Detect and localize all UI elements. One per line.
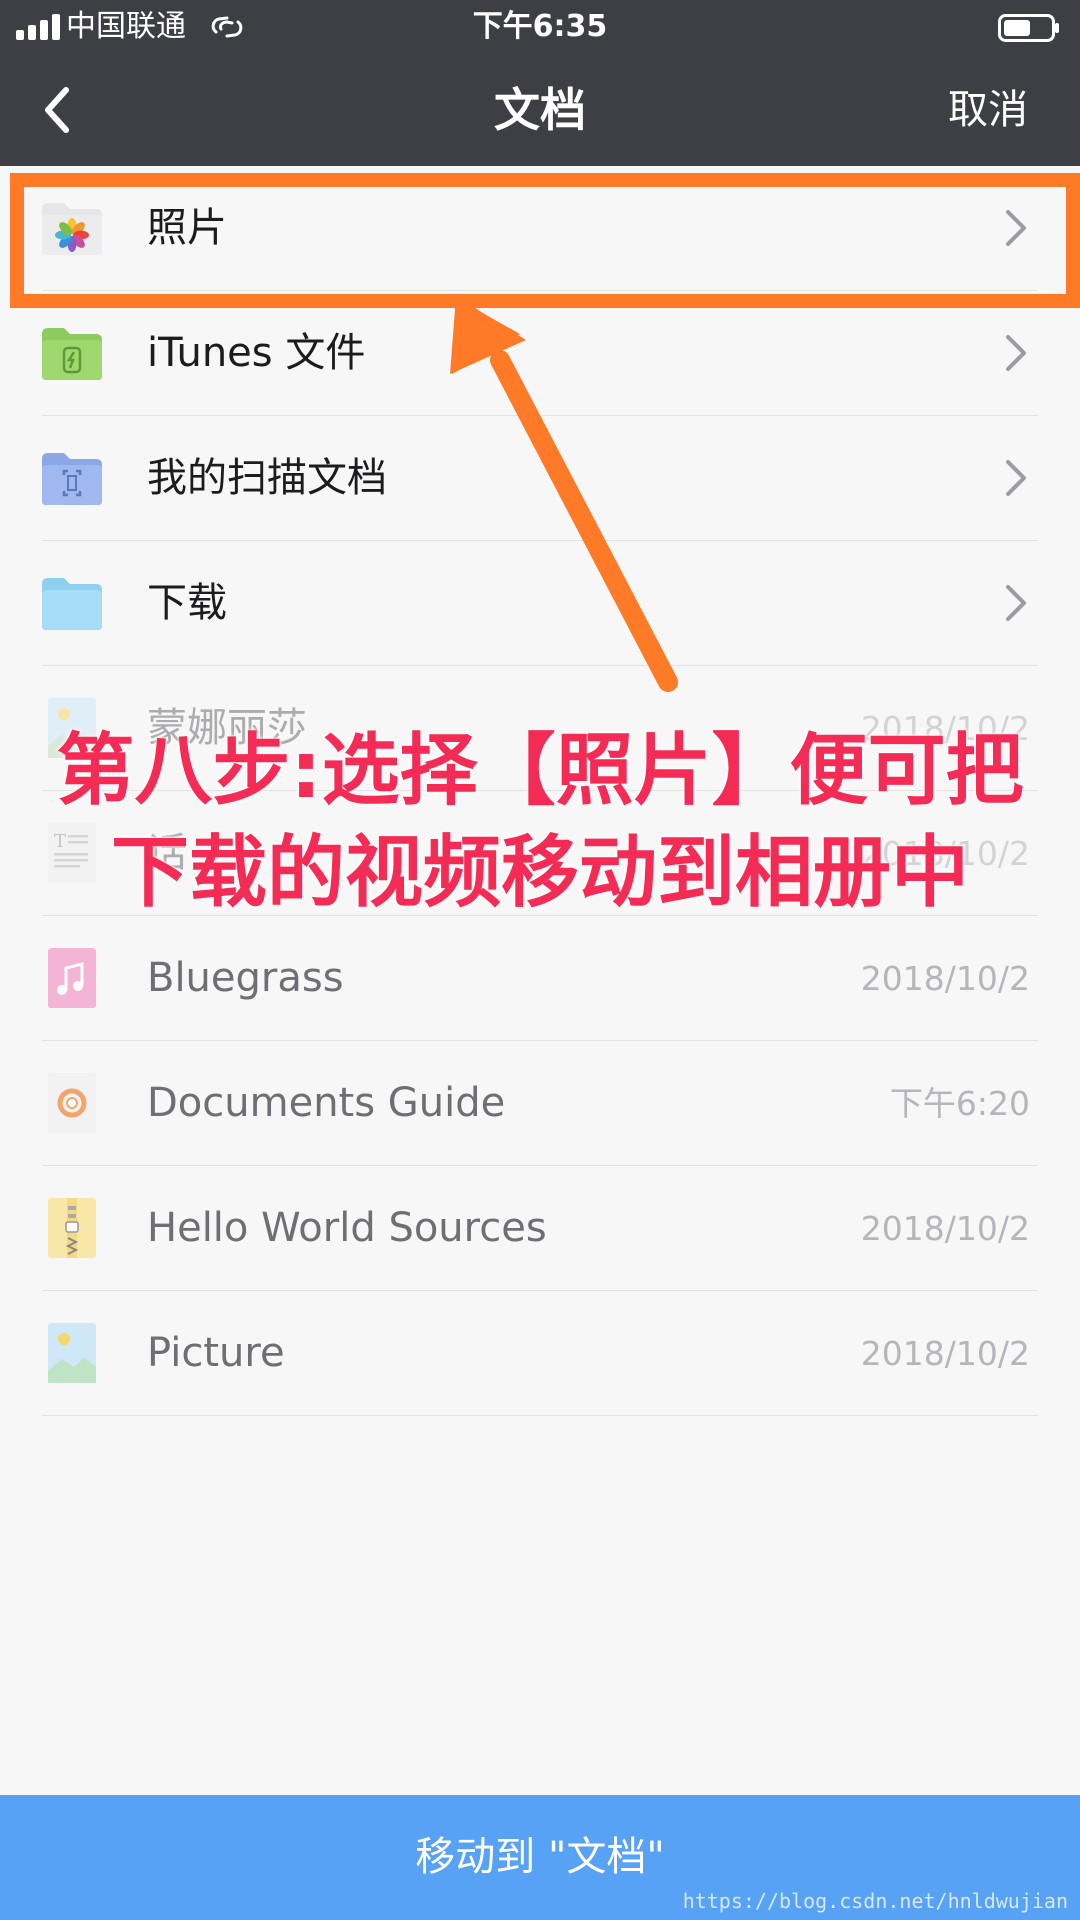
screen: 中国联通 下午6:35 文档 取消 照片 iTunes 文件 我的扫描文档 下载…: [0, 0, 1080, 1920]
file-row-bluegrass[interactable]: Bluegrass 2018/10/2: [0, 916, 1080, 1041]
battery-icon: [998, 14, 1059, 42]
file-date: 2018/10/2: [860, 959, 1030, 998]
watermark: https://blog.csdn.net/hnldwujian: [682, 1889, 1068, 1913]
move-to-button[interactable]: 移动到 "文档" https://blog.csdn.net/hnldwujia…: [0, 1795, 1080, 1920]
file-list: 照片 iTunes 文件 我的扫描文档 下载 蒙娜丽莎 2018/10/2 T …: [0, 166, 1080, 1416]
move-button-label: 移动到 "文档": [415, 1834, 665, 1880]
cancel-button[interactable]: 取消: [948, 54, 1028, 166]
photos-folder-icon: [42, 203, 102, 255]
file-name: Picture: [147, 1330, 285, 1376]
image-file-icon: [48, 1323, 96, 1383]
folder-name: 下载: [147, 580, 227, 626]
status-time: 下午6:35: [472, 9, 608, 44]
chevron-right-icon: [1006, 460, 1026, 496]
folder-row-scans[interactable]: 我的扫描文档: [0, 416, 1080, 541]
page-title: 文档: [494, 83, 586, 137]
file-row-mona-lisa[interactable]: 蒙娜丽莎 2018/10/2: [0, 666, 1080, 791]
folder-row-itunes[interactable]: iTunes 文件: [0, 291, 1080, 416]
navigation-bar: 文档 取消: [0, 54, 1080, 166]
zip-file-icon: [48, 1198, 96, 1258]
chevron-right-icon: [1006, 210, 1026, 246]
folder-name: 我的扫描文档: [147, 455, 387, 501]
svg-text:T: T: [54, 831, 66, 852]
file-name: Hello World Sources: [147, 1205, 547, 1251]
file-row-picture[interactable]: Picture 2018/10/2: [0, 1291, 1080, 1416]
file-name: Bluegrass: [147, 955, 344, 1001]
file-date: 2018/10/2: [860, 1334, 1030, 1373]
music-file-icon: [48, 948, 96, 1008]
file-row-text[interactable]: T 话 2018/10/2: [0, 791, 1080, 916]
folder-name: 照片: [147, 205, 227, 251]
folder-name: iTunes 文件: [147, 330, 366, 376]
file-name: Documents Guide: [147, 1080, 506, 1126]
file-row-hello-world-sources[interactable]: Hello World Sources 2018/10/2: [0, 1166, 1080, 1291]
chevron-right-icon: [1006, 585, 1026, 621]
folder-row-photos[interactable]: 照片: [0, 166, 1080, 291]
folder-row-downloads[interactable]: 下载: [0, 541, 1080, 666]
itunes-folder-icon: [42, 328, 102, 380]
file-name: 蒙娜丽莎: [147, 705, 307, 751]
status-bar: 中国联通 下午6:35: [0, 0, 1080, 54]
file-date: 2018/10/2: [860, 834, 1030, 873]
file-date: 2018/10/2: [860, 709, 1030, 748]
chevron-right-icon: [1006, 335, 1026, 371]
file-row-documents-guide[interactable]: Documents Guide 下午6:20: [0, 1041, 1080, 1166]
text-file-icon: T: [48, 823, 96, 883]
guide-file-icon: [48, 1073, 96, 1133]
scan-folder-icon: [42, 453, 102, 505]
file-date: 下午6:20: [889, 1084, 1030, 1123]
download-folder-icon: [42, 578, 102, 630]
file-name: 话: [147, 830, 187, 876]
image-file-icon: [48, 698, 96, 758]
file-date: 2018/10/2: [860, 1209, 1030, 1248]
